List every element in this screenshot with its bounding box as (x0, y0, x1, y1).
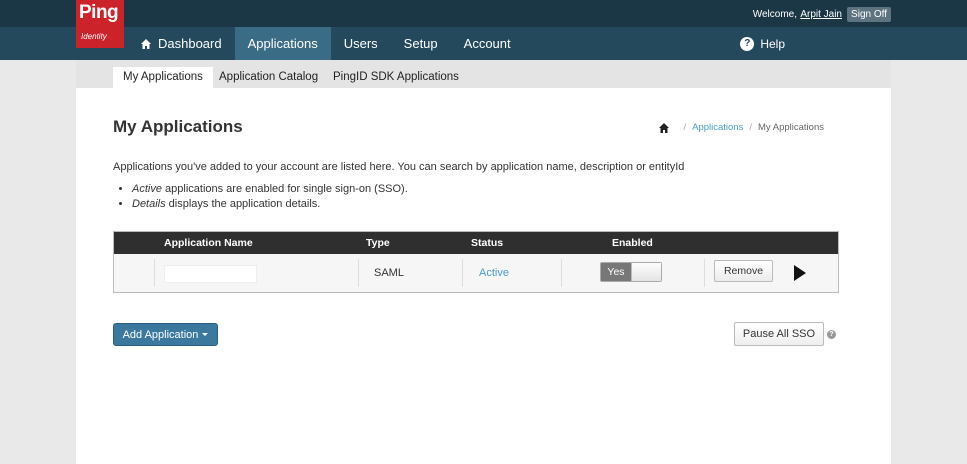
remove-button[interactable]: Remove (714, 260, 773, 282)
cell-divider (561, 259, 562, 287)
add-application-label: Add Application (122, 328, 199, 341)
cell-divider (358, 259, 359, 287)
intro-text: Applications you've added to your accoun… (113, 161, 685, 173)
nav-users-label: Users (343, 36, 378, 51)
help-label: Help (760, 36, 785, 51)
application-status[interactable]: Active (479, 267, 509, 279)
main-content: My Applications / Applications / My Appl… (76, 88, 891, 464)
nav-account-label: Account (463, 36, 511, 51)
bullet-emphasis: Details (132, 198, 166, 210)
welcome-text: Welcome, (752, 9, 797, 20)
nav-account[interactable]: Account (451, 27, 524, 60)
table-header: Application Name Type Status Enabled (114, 232, 838, 254)
header-status: Status (471, 237, 504, 249)
nav-setup[interactable]: Setup (391, 27, 451, 60)
nav-dashboard[interactable]: Dashboard (128, 27, 235, 60)
home-icon[interactable] (659, 122, 670, 133)
nav-setup-label: Setup (403, 36, 438, 51)
breadcrumb-applications[interactable]: Applications (692, 122, 743, 133)
nav-users[interactable]: Users (331, 27, 391, 60)
toggle-yes-label: Yes (601, 263, 631, 281)
header-application-name: Application Name (164, 237, 253, 249)
breadcrumb-separator: / (683, 122, 687, 133)
help-icon[interactable]: ? (827, 330, 836, 339)
ping-identity-logo[interactable]: Ping Identity (76, 0, 124, 48)
user-name-link[interactable]: Arpit Jain (800, 9, 842, 20)
header-type: Type (366, 237, 390, 249)
logo-text: Ping (79, 2, 119, 23)
nav-applications-label: Applications (247, 36, 318, 51)
header-enabled: Enabled (612, 237, 653, 249)
applications-table: Application Name Type Status Enabled SAM… (113, 231, 839, 293)
home-icon (141, 38, 151, 49)
cell-divider (704, 259, 705, 287)
sub-nav: My Applications Application Catalog Ping… (76, 60, 891, 88)
tab-application-catalog[interactable]: Application Catalog (209, 67, 328, 88)
info-list: Active applications are enabled for sing… (132, 183, 408, 213)
breadcrumb-separator: / (749, 122, 752, 133)
top-header: Ping Identity Welcome, Arpit Jain Sign O… (0, 0, 967, 60)
help-icon: ? (740, 36, 755, 51)
list-item: Active applications are enabled for sing… (132, 183, 408, 195)
tab-my-applications[interactable]: My Applications (113, 67, 213, 88)
list-item: Details displays the application details… (132, 198, 408, 210)
help-link[interactable]: ? Help (740, 27, 785, 60)
application-type: SAML (374, 267, 404, 279)
table-row[interactable]: SAML Active Yes Remove (114, 254, 838, 292)
caret-down-icon (202, 333, 209, 336)
cell-divider (462, 259, 463, 287)
pause-all-sso-button[interactable]: Pause All SSO (734, 322, 824, 346)
nav-applications[interactable]: Applications (234, 27, 331, 60)
expand-details-icon[interactable] (794, 265, 806, 281)
tab-pingid-sdk-applications[interactable]: PingID SDK Applications (323, 67, 469, 88)
main-nav: Dashboard Applications Users Setup Accou… (128, 27, 524, 60)
application-name-cell (164, 265, 257, 283)
page-title: My Applications (113, 117, 243, 136)
bullet-text: displays the application details. (165, 198, 321, 210)
bullet-emphasis: Active (132, 183, 162, 195)
cell-divider (154, 259, 155, 287)
breadcrumb: / Applications / My Applications (659, 122, 824, 133)
enabled-toggle[interactable]: Yes (600, 262, 662, 282)
logo-subtext: Identity (81, 32, 107, 41)
sign-off-button[interactable]: Sign Off (847, 7, 891, 22)
breadcrumb-current: My Applications (757, 122, 824, 133)
nav-dashboard-label: Dashboard (158, 36, 222, 51)
toggle-knob (631, 263, 661, 281)
add-application-button[interactable]: Add Application (113, 323, 218, 346)
bullet-text: applications are enabled for single sign… (161, 183, 408, 195)
